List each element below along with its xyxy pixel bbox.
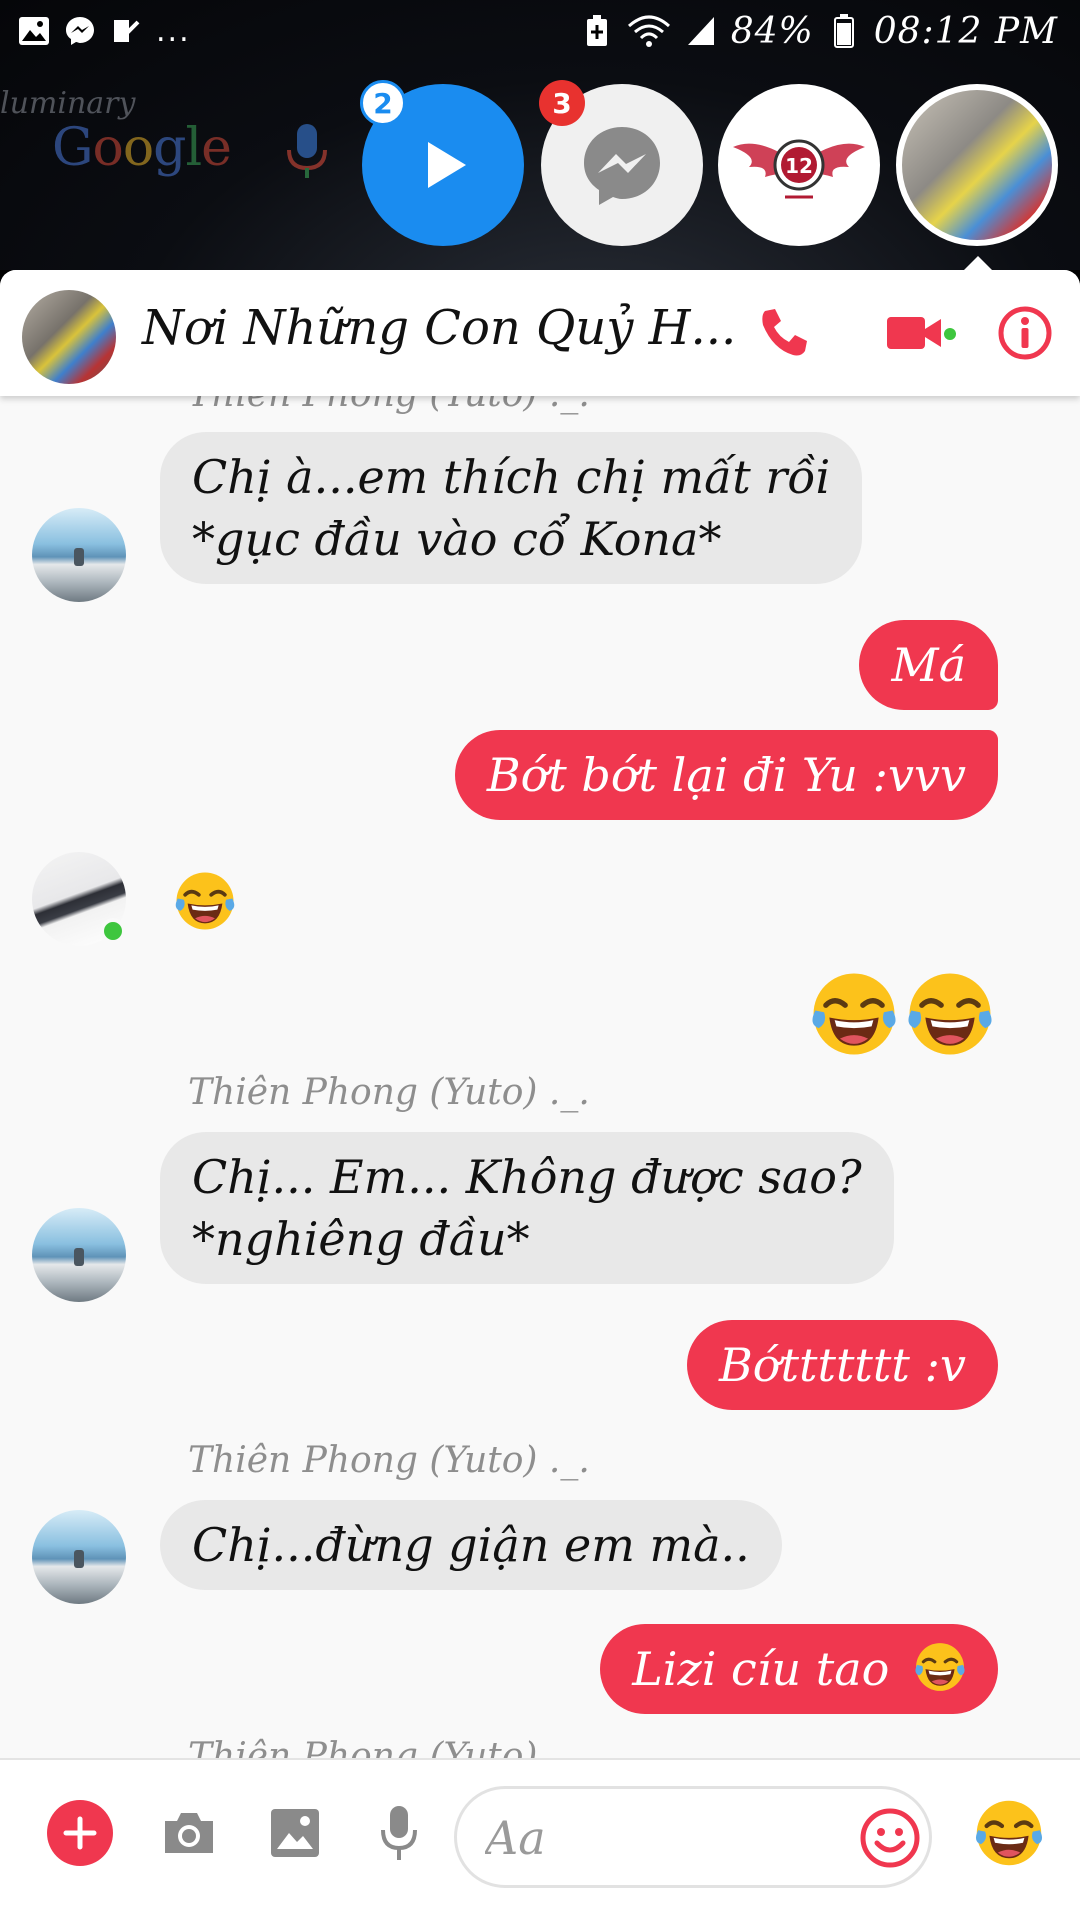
message-input-box[interactable]: [454, 1786, 932, 1888]
phone-icon: [762, 309, 807, 356]
message-input[interactable]: [485, 1805, 825, 1871]
video-camera-icon: [887, 317, 941, 349]
active-now-dot: [944, 328, 956, 340]
outgoing-message[interactable]: Bớt bớt lại đi Yu :vvv: [454, 730, 998, 820]
messenger-notification-icon: [64, 15, 96, 47]
sender-avatar[interactable]: [32, 1510, 126, 1604]
camera-button[interactable]: [156, 1800, 222, 1866]
quick-reaction-button[interactable]: [972, 1796, 1046, 1870]
message-composer: [0, 1758, 1080, 1920]
group-logo-chat-head[interactable]: 12: [718, 84, 880, 246]
incoming-message[interactable]: Chị à...em thích chị mất rồi *gục đầu và…: [160, 432, 863, 584]
group-photo-chat-head[interactable]: [896, 84, 1058, 246]
laughing-emoji-icon[interactable]: [174, 870, 236, 932]
widget-label: luminary: [0, 86, 136, 121]
outgoing-message[interactable]: Bớttttttt :v: [686, 1320, 998, 1410]
sender-avatar[interactable]: [32, 1208, 126, 1302]
emoji-picker-icon[interactable]: [859, 1807, 921, 1869]
outgoing-message[interactable]: Má: [859, 620, 998, 710]
conversation-title[interactable]: Nơi Những Con Quỷ H...: [142, 300, 736, 356]
sender-avatar[interactable]: [32, 508, 126, 602]
task-notification-icon: [110, 15, 142, 47]
gallery-button[interactable]: [262, 1800, 328, 1866]
incoming-message[interactable]: Chị... Em... Không được sao? *nghiêng đầ…: [160, 1132, 894, 1284]
laughing-emoji-icon: [914, 1641, 966, 1693]
clock: 08:12 PM: [873, 10, 1058, 52]
info-button[interactable]: [994, 302, 1056, 364]
wifi-icon: [627, 15, 671, 47]
play-icon: [428, 142, 466, 188]
plus-icon: [63, 1816, 97, 1850]
google-logo[interactable]: Google: [52, 118, 232, 178]
status-bar: ... 84% 08:12 PM: [0, 0, 1080, 62]
sender-name: Thiên Phong (Yuto): [188, 1736, 538, 1758]
signal-icon: [685, 15, 717, 47]
wings-logo-icon: 12: [733, 139, 865, 199]
home-screen-wallpaper: ... 84% 08:12 PM luminary Google 12 2 3: [0, 0, 1080, 270]
message-list[interactable]: Thiên Phong (Yuto) ._. Chị à...em thích …: [0, 396, 1080, 1758]
microphone-icon: [381, 1806, 417, 1860]
chat-header: Nơi Những Con Quỷ H...: [0, 270, 1080, 396]
online-status-dot: [100, 918, 126, 944]
laughing-emoji-icon[interactable]: [810, 970, 898, 1058]
svg-text:12: 12: [785, 154, 813, 178]
video-head-badge: 2: [360, 80, 406, 126]
active-head-pointer: [962, 256, 994, 270]
chat-window: Nơi Những Con Quỷ H... Thiên Phong (Yuto…: [0, 270, 1080, 1920]
incoming-message[interactable]: Chị...đừng giận em mà..: [160, 1500, 782, 1590]
sender-name: Thiên Phong (Yuto) ._.: [188, 1072, 590, 1113]
image-icon: [271, 1809, 319, 1857]
battery-icon: [828, 14, 860, 48]
messenger-icon: [584, 127, 660, 205]
battery-saver-icon: [581, 15, 613, 47]
more-notifications: ...: [156, 13, 191, 49]
voice-button[interactable]: [366, 1800, 432, 1866]
google-mic-icon[interactable]: [285, 124, 329, 184]
more-actions-button[interactable]: [47, 1800, 113, 1866]
call-button[interactable]: [752, 302, 814, 364]
sender-name: Thiên Phong (Yuto) ._.: [188, 396, 590, 415]
laughing-emoji-icon: [974, 1798, 1044, 1868]
camera-icon: [165, 1813, 213, 1853]
outgoing-message[interactable]: Lizi cíu tao: [600, 1624, 998, 1714]
sender-name: Thiên Phong (Yuto) ._.: [188, 1440, 590, 1481]
info-icon: [998, 306, 1052, 360]
laughing-emoji-icon[interactable]: [906, 970, 994, 1058]
gallery-notification-icon: [18, 15, 50, 47]
messenger-head-badge: 3: [539, 80, 585, 126]
battery-percent: 84%: [730, 10, 814, 52]
group-avatar[interactable]: [22, 290, 116, 384]
video-call-button[interactable]: [884, 302, 946, 364]
